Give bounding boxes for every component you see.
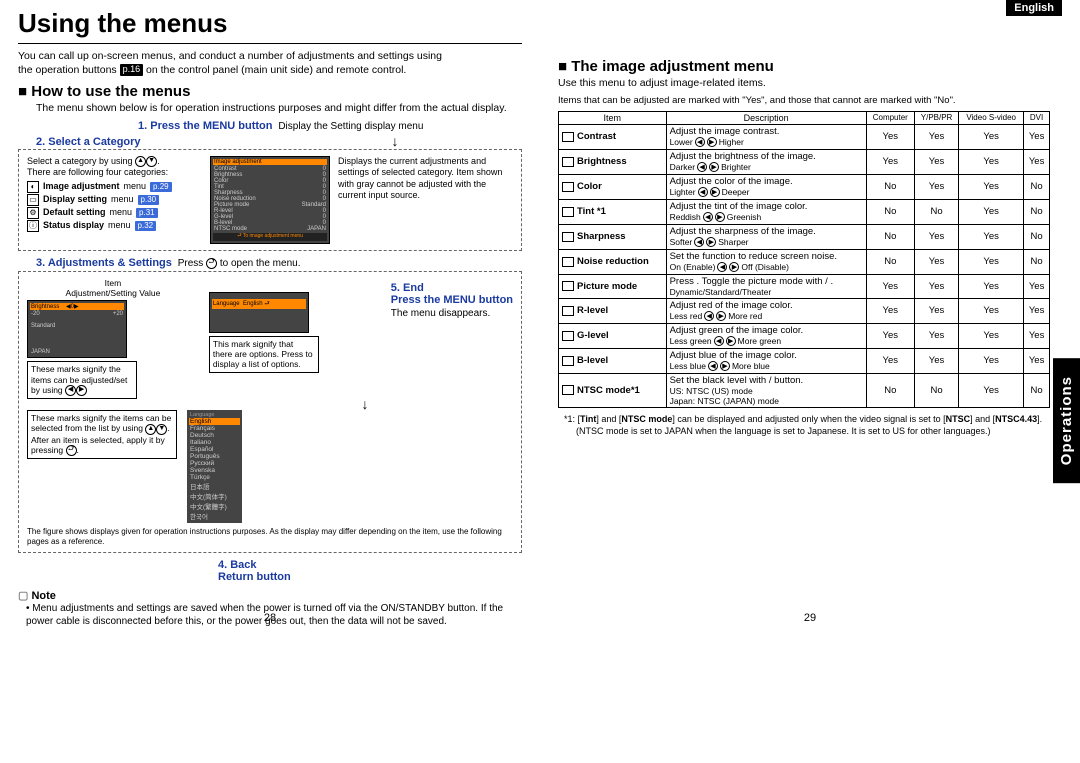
step5-label: 5. End [391,282,513,294]
up-icon: ▲ [135,156,146,167]
category-icon: ◐ [27,181,39,193]
enter-icon: ⮐ [206,258,217,269]
row-icon [562,385,574,395]
language-tab: English [1006,0,1062,16]
step4-label: 4. Back [218,559,522,571]
table-row: SharpnessAdjust the sharpness of the ima… [559,224,1050,249]
page-number-left: 28 [264,612,276,624]
language-list: Language English Français Deutsch Italia… [187,410,242,523]
category-row: ⓘStatus display menup.32 [27,220,202,232]
row-icon [562,257,574,267]
row-icon [562,157,574,167]
arrow-down-icon: ↓ [217,399,513,410]
table-row: B-levelAdjust blue of the image color.Le… [559,348,1050,373]
adjustments-box: Item Adjustment/Setting Value Brightness… [18,271,522,553]
row-icon [562,281,574,291]
page-title: Using the menus [18,8,522,39]
how-to-heading: How to use the menus [18,83,522,100]
table-row: ContrastAdjust the image contrast.Lower … [559,124,1050,149]
step3-label: 3. Adjustments & Settings [36,257,172,269]
right-icon: ▶ [716,311,726,321]
adj-screen-1: Brightness ◀0▶ -20+20 Standard JAPAN [27,300,127,358]
left-icon: ◀ [714,336,724,346]
category-icon: ⚙ [27,207,39,219]
category-icon: ▭ [27,194,39,206]
page-ref: p.29 [150,182,172,192]
left-icon: ◀ [694,237,704,247]
row-icon [562,306,574,316]
page-ref: p.16 [120,64,144,76]
row-icon [562,132,574,142]
step1-label: 1. Press the MENU button [138,120,272,132]
page-ref: p.31 [136,208,158,218]
how-to-sub: The menu shown below is for operation in… [36,102,522,116]
page-number-right: 29 [804,612,816,624]
adjustment-table: Item Description Computer Y/PB/PR Video … [558,111,1050,408]
table-row: Noise reductionSet the function to reduc… [559,249,1050,274]
row-icon [562,232,574,242]
mini-menu-screen: Image adjustment Contrast0Brightness0Col… [210,156,330,244]
right-icon: ▶ [729,262,739,272]
category-row: ◐Image adjustment menup.29 [27,181,202,193]
table-row: ColorAdjust the color of the image.Light… [559,174,1050,199]
table-row: Tint *1Adjust the tint of the image colo… [559,199,1050,224]
category-icon: ⓘ [27,220,39,232]
page-ref: p.30 [138,195,160,205]
right-icon: ▶ [706,237,716,247]
left-icon: ◀ [703,212,713,222]
down-icon: ▼ [146,156,157,167]
arrow-down-icon: ↓ [268,136,522,147]
row-icon [562,207,574,217]
right-icon: ▶ [710,187,720,197]
image-adj-heading: The image adjustment menu [558,58,1050,75]
category-row: ⚙Default setting menup.31 [27,207,202,219]
row-icon [562,331,574,341]
adj-screen-2: Language English ⮐ [209,292,309,333]
left-icon: ◀ [695,137,705,147]
right-icon: ▶ [709,162,719,172]
table-row: Picture modePress . Toggle the picture m… [559,274,1050,298]
table-row: R-levelAdjust red of the image color.Les… [559,298,1050,323]
left-page: Using the menus You can call up on-scree… [0,0,540,628]
right-icon: ▶ [726,336,736,346]
left-icon: ◀ [698,187,708,197]
page-ref: p.32 [135,221,157,231]
right-icon: ▶ [707,137,717,147]
category-row: ▭Display setting menup.30 [27,194,202,206]
right-icon: ▶ [715,212,725,222]
footnote: *1: [Tint] and [NTSC mode] can be displa… [576,414,1050,437]
row-icon [562,356,574,366]
intro-text: You can call up on-screen menus, and con… [18,50,522,77]
left-icon: ◀ [704,311,714,321]
right-page: English The image adjustment menu Use th… [540,0,1080,628]
row-icon [562,182,574,192]
section-tab: Operations [1053,358,1080,483]
category-box: Select a category by using ▲▼. There are… [18,149,522,251]
note-heading: Note [18,589,522,602]
right-icon: ▶ [720,361,730,371]
table-row: NTSC mode*1Set the black level with / bu… [559,373,1050,407]
table-row: G-levelAdjust green of the image color.L… [559,323,1050,348]
left-icon: ◀ [717,262,727,272]
left-icon: ◀ [697,162,707,172]
left-icon: ◀ [708,361,718,371]
table-row: BrightnessAdjust the brightness of the i… [559,149,1050,174]
